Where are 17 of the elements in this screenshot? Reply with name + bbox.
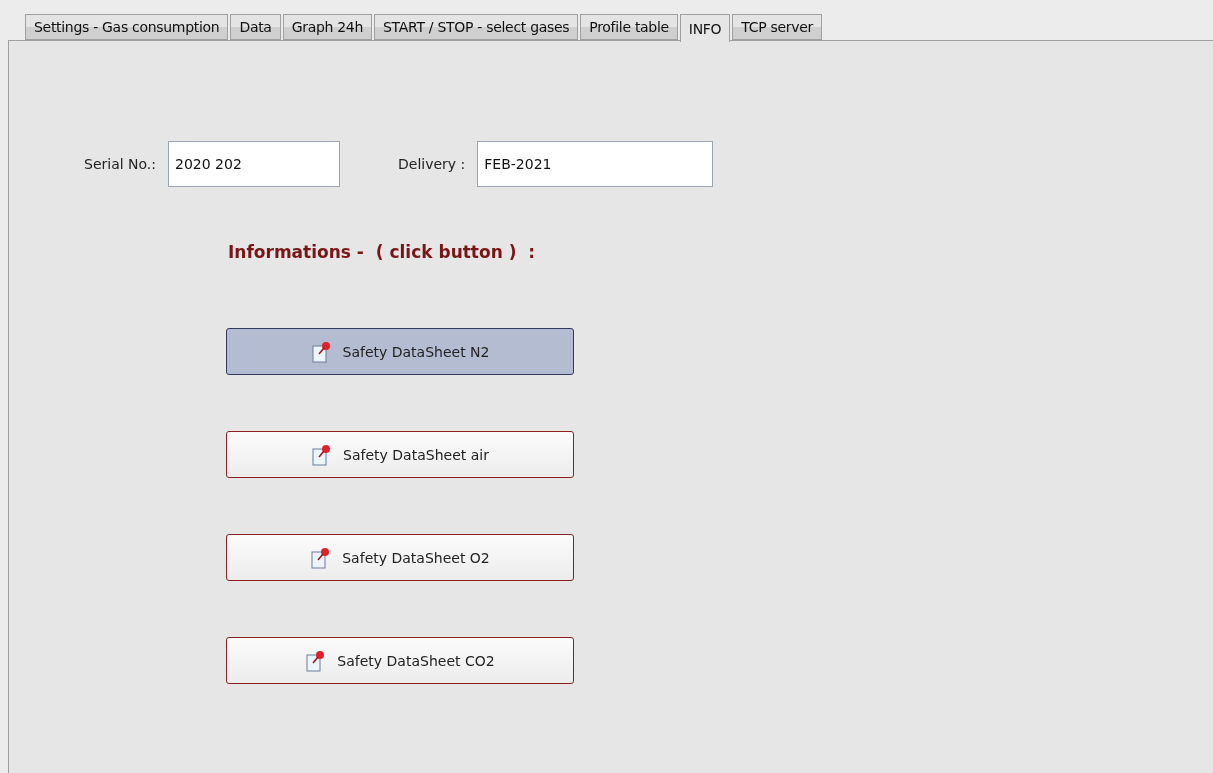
input-field[interactable]: FEB-2021 — [477, 141, 714, 187]
input-field[interactable]: 2020 202 — [168, 141, 341, 187]
tab[interactable]: Graph 24h — [282, 14, 373, 40]
document-pin-icon — [310, 340, 333, 363]
tab[interactable]: Data — [230, 14, 281, 40]
field-label: Serial No.: — [84, 156, 157, 172]
tab[interactable]: Settings - Gas consumption — [25, 14, 229, 40]
datasheet-button[interactable]: Safety DataSheet CO2 — [226, 637, 574, 684]
datasheet-button[interactable]: Safety DataSheet air — [226, 431, 574, 478]
tab[interactable]: TCP server — [732, 14, 823, 40]
datasheet-button[interactable]: Safety DataSheet N2 — [226, 328, 574, 375]
field-label: Delivery : — [398, 156, 466, 172]
datasheet-button[interactable]: Safety DataSheet O2 — [226, 534, 574, 581]
tab[interactable]: START / STOP - select gases — [374, 14, 579, 40]
tab[interactable]: INFO — [679, 14, 731, 42]
section-heading: Informations - ( click button ) : — [228, 242, 537, 262]
tab[interactable]: Profile table — [580, 14, 678, 40]
